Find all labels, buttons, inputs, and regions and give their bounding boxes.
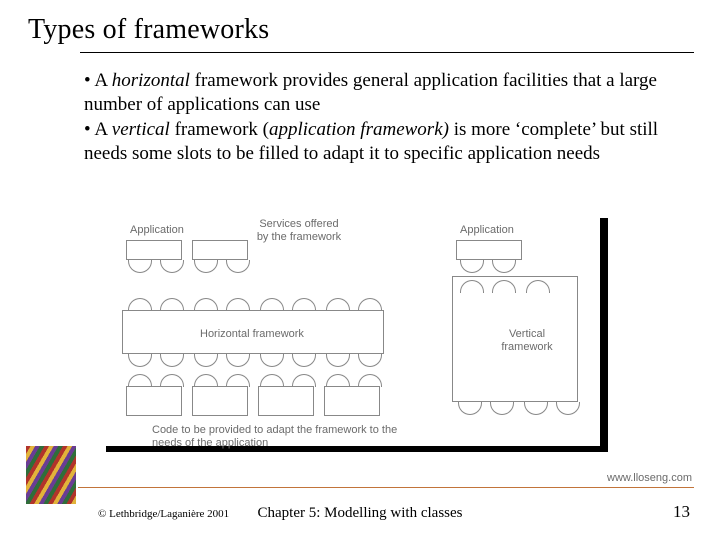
peg-icon [226, 298, 250, 311]
slot-icon [194, 354, 218, 367]
peg-icon [292, 298, 316, 311]
decorative-weave-icon [26, 446, 76, 504]
diagram-bottom-caption: Code to be provided to adapt the framewo… [152, 424, 452, 449]
source-url: www.lloseng.com [607, 472, 692, 484]
slot-icon [326, 354, 350, 367]
slot-row [128, 260, 184, 273]
peg-icon [160, 298, 184, 311]
slot-icon [292, 354, 316, 367]
footer-rule [78, 487, 694, 488]
slot-row [260, 354, 316, 367]
h-framework-label: Horizontal framework [200, 328, 304, 341]
bullet1-em: horizontal [112, 70, 190, 91]
supply-box [324, 386, 380, 416]
app-box [192, 240, 248, 260]
bullet2-mid: framework ( [170, 119, 269, 140]
slot-icon [160, 354, 184, 367]
slot-row [460, 260, 516, 273]
app-box [456, 240, 522, 260]
diagram: Application Services offered by the fram… [106, 218, 608, 458]
peg-row [326, 298, 382, 311]
peg-row [326, 374, 382, 387]
slot-icon [490, 402, 514, 415]
slot-icon [128, 260, 152, 273]
app-box [126, 240, 182, 260]
slot-row [326, 354, 382, 367]
peg-icon [358, 298, 382, 311]
peg-row [194, 374, 250, 387]
peg-icon [194, 298, 218, 311]
slot-icon [460, 260, 484, 273]
peg-icon [358, 374, 382, 387]
slot-icon [226, 260, 250, 273]
peg-icon [326, 374, 350, 387]
peg-icon [292, 374, 316, 387]
slot-row [194, 260, 250, 273]
slot-icon [556, 402, 580, 415]
slide-title: Types of frameworks [0, 0, 720, 46]
v-framework-label: Vertical framework [492, 328, 562, 353]
peg-icon [128, 374, 152, 387]
slot-icon [226, 354, 250, 367]
slot-icon [260, 354, 284, 367]
chapter-label: Chapter 5: Modelling with classes [0, 505, 720, 522]
supply-box [192, 386, 248, 416]
slot-icon [358, 354, 382, 367]
peg-icon [260, 298, 284, 311]
slot-icon [492, 260, 516, 273]
slot-icon [160, 260, 184, 273]
slot-row [128, 354, 184, 367]
slot-icon [524, 402, 548, 415]
page-number: 13 [673, 502, 690, 522]
bullet2-em: vertical [112, 119, 170, 140]
bullet1-pre: • A [84, 70, 112, 91]
peg-row [526, 280, 550, 293]
app-label-right: Application [460, 224, 514, 237]
slot-icon [128, 354, 152, 367]
app-label-left: Application [130, 224, 184, 237]
slot-icon [458, 402, 482, 415]
supply-box [258, 386, 314, 416]
peg-row [260, 374, 316, 387]
peg-row [460, 280, 516, 293]
bullet2-em2: application framework) [269, 119, 449, 140]
peg-icon [460, 280, 484, 293]
peg-icon [326, 298, 350, 311]
peg-row [128, 374, 184, 387]
supply-box [126, 386, 182, 416]
slot-icon [194, 260, 218, 273]
services-label: Services offered by the framework [254, 218, 344, 243]
peg-icon [226, 374, 250, 387]
slot-row [458, 402, 514, 415]
peg-icon [160, 374, 184, 387]
peg-row [260, 298, 316, 311]
peg-icon [260, 374, 284, 387]
peg-icon [194, 374, 218, 387]
peg-row [194, 298, 250, 311]
peg-icon [128, 298, 152, 311]
body-text: • A horizontal framework provides genera… [0, 53, 720, 166]
bullet2-pre: • A [84, 119, 112, 140]
peg-icon [526, 280, 550, 293]
peg-row [128, 298, 184, 311]
slot-row [524, 402, 580, 415]
slot-row [194, 354, 250, 367]
peg-icon [492, 280, 516, 293]
